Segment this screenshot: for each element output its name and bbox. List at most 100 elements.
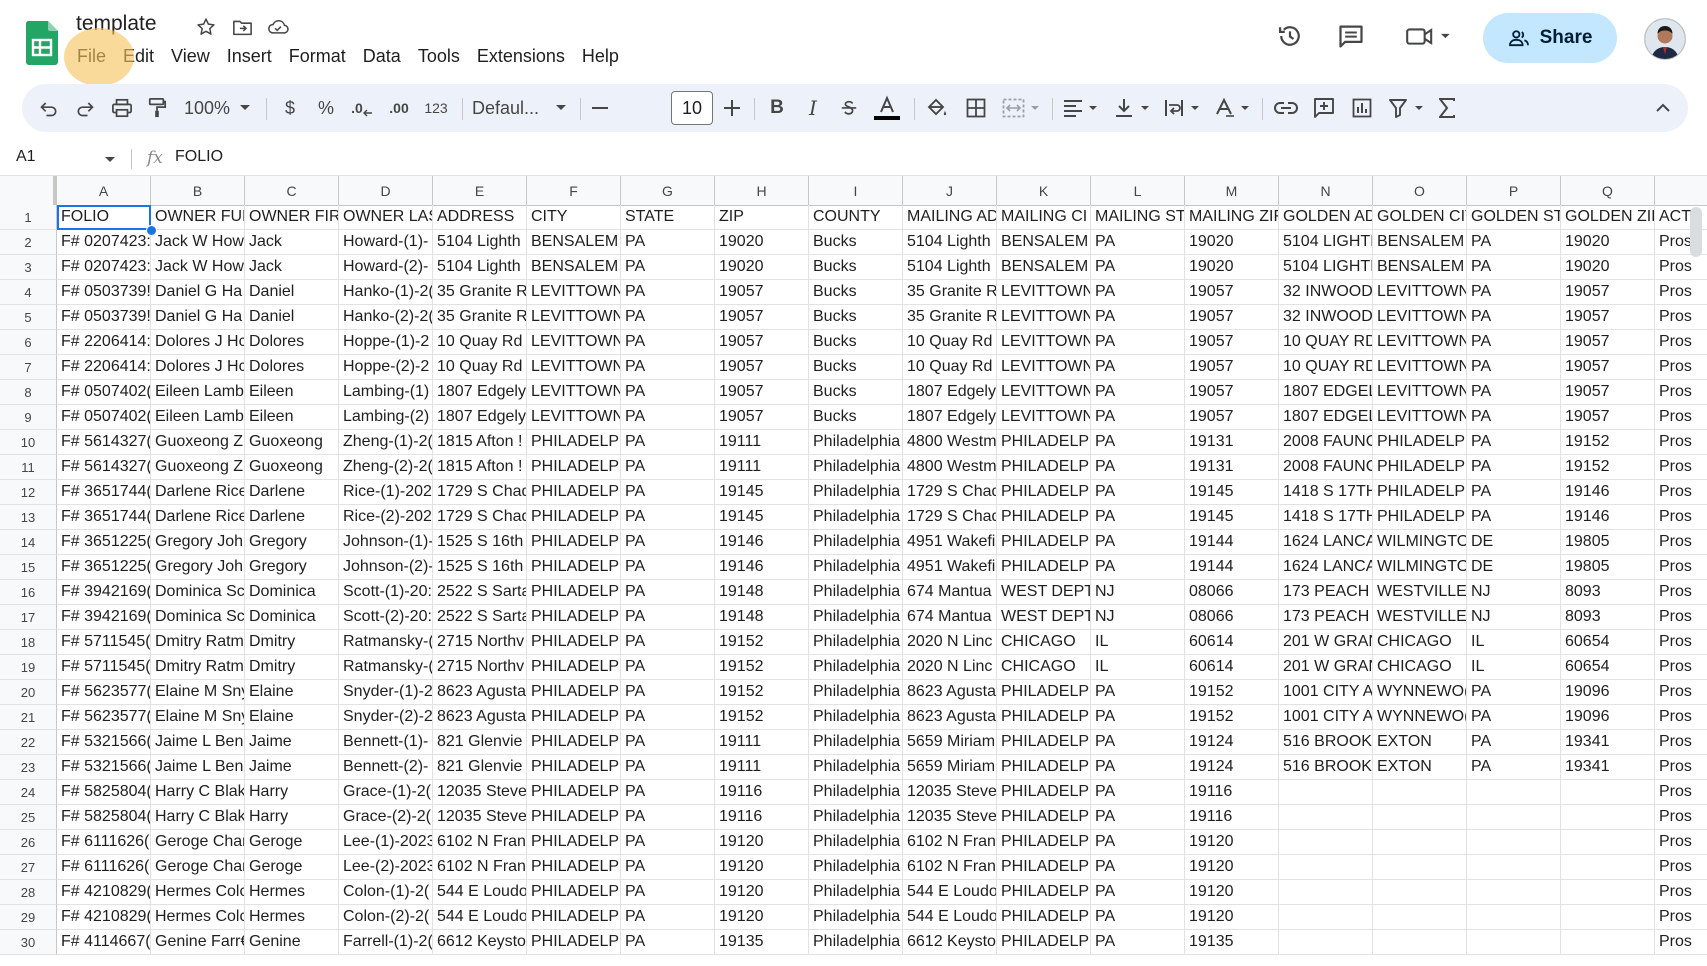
row-header[interactable]: 30 xyxy=(0,930,57,955)
row-header[interactable]: 15 xyxy=(0,555,57,580)
cell[interactable]: Guoxeong xyxy=(245,455,339,480)
cell[interactable]: Eileen Lamb xyxy=(151,380,245,405)
row-header[interactable]: 27 xyxy=(0,855,57,880)
cell[interactable]: 19120 xyxy=(715,905,809,930)
cell[interactable]: PHILADELPH xyxy=(527,855,621,880)
cell[interactable]: 19116 xyxy=(715,780,809,805)
merge-cells-icon[interactable] xyxy=(1000,84,1044,132)
cell[interactable]: Bucks xyxy=(809,405,903,430)
cell[interactable]: F# 0207423: xyxy=(57,230,151,255)
cell[interactable]: Philadelphia xyxy=(809,930,903,955)
cell[interactable]: PHILADELPH xyxy=(997,730,1091,755)
cell[interactable]: PHILADELPH xyxy=(997,755,1091,780)
cell[interactable]: LEVITTOWN xyxy=(527,330,621,355)
cell[interactable]: F# 3942169( xyxy=(57,580,151,605)
cell[interactable]: CHICAGO xyxy=(1373,655,1467,680)
cell[interactable]: 19148 xyxy=(715,580,809,605)
cell[interactable]: PA xyxy=(621,730,715,755)
cell[interactable]: 1525 S 16th xyxy=(433,530,527,555)
cell[interactable]: Guoxeong Zl xyxy=(151,430,245,455)
row-header[interactable]: 23 xyxy=(0,755,57,780)
cell[interactable]: Philadelphia xyxy=(809,830,903,855)
cell[interactable]: Geroge Char xyxy=(151,855,245,880)
cell[interactable]: MAILING ZIF xyxy=(1185,205,1279,230)
cell[interactable]: 19805 xyxy=(1561,555,1655,580)
cell[interactable]: OWNER FUL xyxy=(151,205,245,230)
cell[interactable]: PHILADELPH xyxy=(527,805,621,830)
cell[interactable]: 1807 EDGEL' xyxy=(1279,405,1373,430)
cell[interactable]: PA xyxy=(1091,730,1185,755)
print-icon[interactable] xyxy=(108,84,136,132)
fill-handle[interactable] xyxy=(146,225,157,236)
cell[interactable]: F# 5825804( xyxy=(57,805,151,830)
font-dropdown-icon[interactable] xyxy=(552,84,570,132)
cell[interactable]: 32 INWOOD xyxy=(1279,280,1373,305)
cell[interactable]: WILMINGTO xyxy=(1373,555,1467,580)
cell[interactable]: F# 5321566( xyxy=(57,755,151,780)
cell[interactable]: 19116 xyxy=(1185,805,1279,830)
cell[interactable]: Dominica xyxy=(245,605,339,630)
cell[interactable]: PA xyxy=(1091,230,1185,255)
cell[interactable]: PA xyxy=(621,805,715,830)
cell[interactable]: 1729 S Chad xyxy=(433,505,527,530)
cell[interactable]: Zheng-(1)-2( xyxy=(339,430,433,455)
cell[interactable]: Guoxeong xyxy=(245,430,339,455)
cell[interactable]: Hanko-(1)-2( xyxy=(339,280,433,305)
cell[interactable]: F# 5825804( xyxy=(57,780,151,805)
cell[interactable]: 19805 xyxy=(1561,530,1655,555)
cell[interactable]: PA xyxy=(1091,330,1185,355)
column-header[interactable]: G xyxy=(621,176,715,205)
cell[interactable]: Howard-(1)- xyxy=(339,230,433,255)
cell[interactable] xyxy=(1561,830,1655,855)
row-header[interactable]: 1 xyxy=(0,205,57,230)
cell[interactable]: Dolores xyxy=(245,355,339,380)
column-header[interactable]: E xyxy=(433,176,527,205)
cell[interactable]: Jaime L Beni xyxy=(151,755,245,780)
cell[interactable] xyxy=(1467,905,1561,930)
cell[interactable]: PA xyxy=(621,230,715,255)
cell[interactable]: PHILADELPH xyxy=(527,580,621,605)
cell[interactable]: 4800 Westm xyxy=(903,455,997,480)
cell[interactable]: Jaime L Beni xyxy=(151,730,245,755)
column-header[interactable]: N xyxy=(1279,176,1373,205)
cell[interactable]: 19146 xyxy=(1561,505,1655,530)
cell[interactable]: 2020 N Linc xyxy=(903,630,997,655)
cell[interactable]: PA xyxy=(1091,505,1185,530)
cell[interactable]: Philadelphia xyxy=(809,430,903,455)
cell[interactable]: Pros xyxy=(1655,880,1707,905)
cell[interactable]: 19020 xyxy=(1561,230,1655,255)
cell[interactable]: BENSALEM xyxy=(997,230,1091,255)
cell[interactable]: Philadelphia xyxy=(809,705,903,730)
cell[interactable]: Pros xyxy=(1655,380,1707,405)
cell[interactable]: F# 3651744( xyxy=(57,505,151,530)
cell[interactable]: Dominica Sc xyxy=(151,580,245,605)
cell[interactable]: Snyder-(1)-2 xyxy=(339,680,433,705)
cell[interactable]: 19057 xyxy=(1185,355,1279,380)
cell[interactable]: PA xyxy=(621,905,715,930)
cell[interactable]: CHICAGO xyxy=(997,655,1091,680)
cell[interactable]: 6612 Keysto xyxy=(903,930,997,955)
cell[interactable]: F# 5711545( xyxy=(57,630,151,655)
cell[interactable] xyxy=(1373,830,1467,855)
cell[interactable]: 19146 xyxy=(715,530,809,555)
row-header[interactable]: 25 xyxy=(0,805,57,830)
cell[interactable]: IL xyxy=(1091,655,1185,680)
cell[interactable]: 5104 LIGHTI xyxy=(1279,230,1373,255)
cell[interactable]: Dmitry xyxy=(245,630,339,655)
cell[interactable]: LEVITTOWN xyxy=(527,355,621,380)
cell[interactable]: PA xyxy=(1467,755,1561,780)
cell[interactable]: F# 0503739! xyxy=(57,280,151,305)
cell[interactable]: 1001 CITY A' xyxy=(1279,680,1373,705)
column-header[interactable]: K xyxy=(997,176,1091,205)
cell[interactable]: BENSALEM xyxy=(1373,255,1467,280)
paint-format-icon[interactable] xyxy=(144,84,170,132)
cell[interactable]: 19057 xyxy=(1561,380,1655,405)
cell[interactable]: 19057 xyxy=(1185,305,1279,330)
cell[interactable]: Pros xyxy=(1655,480,1707,505)
cell[interactable]: Bucks xyxy=(809,355,903,380)
cell[interactable]: PA xyxy=(1467,480,1561,505)
cell[interactable]: Genine xyxy=(245,930,339,955)
cell[interactable]: PA xyxy=(1091,255,1185,280)
cell[interactable]: PHILADELPH xyxy=(527,505,621,530)
cell[interactable] xyxy=(1279,830,1373,855)
